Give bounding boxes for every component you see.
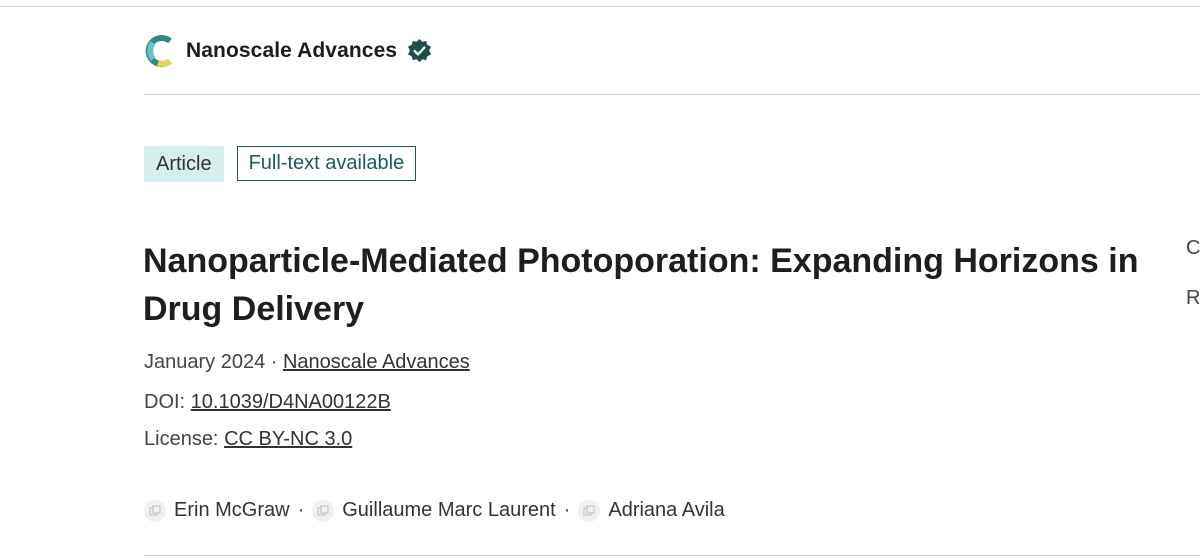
license-label: License: <box>144 428 225 450</box>
author-separator: · <box>297 499 305 521</box>
footer-divider <box>144 555 1200 556</box>
header-divider <box>144 94 1200 95</box>
article-type-badge: Article <box>144 146 224 182</box>
publication-date: January 2024 <box>144 351 266 373</box>
verified-badge-icon <box>408 38 432 62</box>
doi-link[interactable]: 10.1039/D4NA00122B <box>191 391 391 413</box>
side-panel-text: R <box>1186 287 1200 309</box>
meta-separator: · <box>265 351 283 373</box>
publication-line: January 2024 · Nanoscale Advances <box>144 351 470 374</box>
author-avatar-icon <box>578 499 601 522</box>
doi-line: DOI: 10.1039/D4NA00122B <box>144 391 391 414</box>
author-avatar-icon <box>144 499 166 522</box>
author-name[interactable]: Guillaume Marc Laurent <box>342 499 555 522</box>
article-badges: Article Full-text available <box>144 146 417 182</box>
author-name[interactable]: Erin McGraw <box>174 499 290 522</box>
journal-logo-icon <box>145 35 172 67</box>
author-item[interactable]: Erin McGraw <box>144 499 290 522</box>
article-title: Nanoparticle-Mediated Photoporation: Exp… <box>143 242 1139 328</box>
author-list: Erin McGraw · Guillaume Marc Laurent · A… <box>144 499 725 522</box>
author-avatar-icon <box>312 499 335 522</box>
fulltext-badge: Full-text available <box>236 146 417 181</box>
author-name[interactable]: Adriana Avila <box>608 499 724 522</box>
author-item[interactable]: Guillaume Marc Laurent <box>312 499 556 522</box>
license-link[interactable]: CC BY-NC 3.0 <box>224 428 352 450</box>
author-separator: · <box>563 499 571 521</box>
license-line: License: CC BY-NC 3.0 <box>144 428 352 451</box>
journal-name[interactable]: Nanoscale Advances <box>186 39 397 63</box>
doi-label: DOI: <box>144 391 191 413</box>
side-panel-text: C <box>1186 237 1200 259</box>
author-item[interactable]: Adriana Avila <box>578 499 725 522</box>
journal-header[interactable]: Nanoscale Advances <box>144 30 433 72</box>
journal-link[interactable]: Nanoscale Advances <box>283 351 470 373</box>
top-border <box>0 6 1200 7</box>
